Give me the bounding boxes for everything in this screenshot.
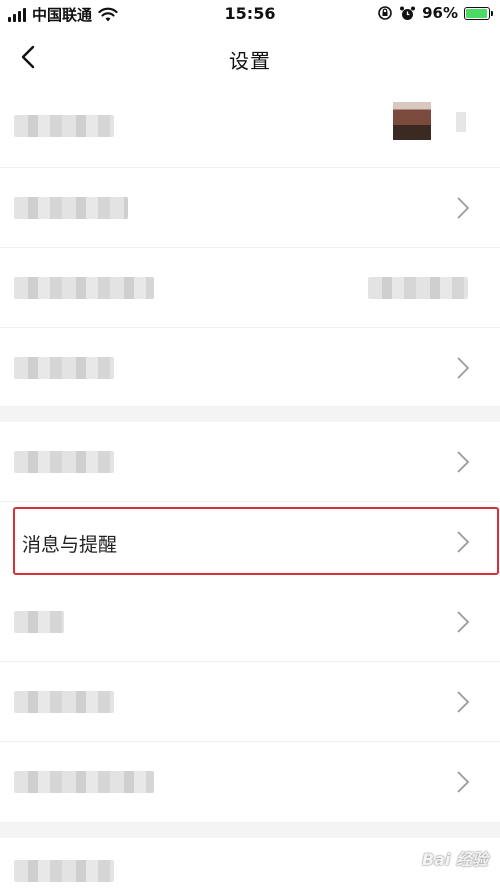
blurred-label xyxy=(14,451,114,473)
chevron-right-icon xyxy=(457,197,470,219)
chevron-right-icon xyxy=(457,771,470,793)
page-title: 设置 xyxy=(229,49,271,73)
blurred-label xyxy=(14,197,128,219)
blurred-value xyxy=(368,277,468,299)
chevron-right-icon xyxy=(457,611,470,633)
watermark: Bai 经验 xyxy=(421,850,488,869)
status-right: 96% xyxy=(377,4,493,22)
settings-row-2[interactable] xyxy=(0,168,500,248)
blurred-label xyxy=(14,277,154,299)
battery-fill xyxy=(466,8,488,18)
settings-row-9[interactable] xyxy=(0,742,500,822)
blurred-label xyxy=(14,611,64,633)
battery-percent: 96% xyxy=(422,4,458,22)
settings-row-5[interactable] xyxy=(0,422,500,502)
alarm-icon xyxy=(400,6,416,20)
blurred-label xyxy=(14,771,154,793)
status-bar: 中国联通 15:56 96% xyxy=(0,0,500,30)
blurred-indicator xyxy=(456,112,466,132)
orientation-lock-icon xyxy=(378,6,392,20)
blurred-label xyxy=(14,691,114,713)
battery-icon xyxy=(464,6,493,20)
settings-row-7[interactable] xyxy=(0,582,500,662)
blurred-label xyxy=(14,357,114,379)
settings-row-4[interactable] xyxy=(0,328,500,408)
nav-bar: 设置 xyxy=(0,30,500,88)
settings-row-profile[interactable] xyxy=(0,88,500,168)
settings-row-3[interactable] xyxy=(0,248,500,328)
chevron-right-icon xyxy=(457,451,470,473)
section-separator xyxy=(0,406,500,422)
highlight-box xyxy=(13,507,499,575)
chevron-right-icon xyxy=(457,691,470,713)
chevron-right-icon xyxy=(457,357,470,379)
avatar xyxy=(393,102,431,140)
settings-row-8[interactable] xyxy=(0,662,500,742)
section-separator xyxy=(0,822,500,838)
blurred-label xyxy=(14,115,114,137)
blurred-label xyxy=(14,860,114,882)
